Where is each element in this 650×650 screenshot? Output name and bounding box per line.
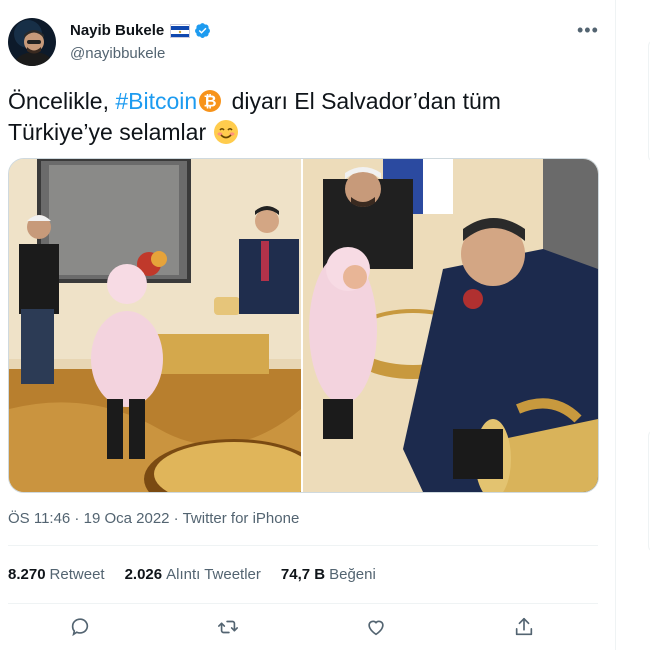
hashtag-link[interactable]: #Bitcoin [115,88,197,114]
tweet-photo-left[interactable] [9,159,301,492]
meta-separator: · [169,510,183,527]
quotes-stat[interactable]: 2.026 Alıntı Tweetler [125,566,261,583]
likes-count: 74,7 B [280,566,326,583]
retweets-count: 8.270 [8,566,46,583]
svg-text:₿: ₿ [204,93,217,111]
right-sidebar [616,0,650,650]
quotes-label: Alıntı Tweetler [166,566,261,583]
author-name[interactable]: Nayib Bukele [70,22,164,39]
likes-stat[interactable]: 74,7 B Beğeni [281,566,376,583]
author-name-row[interactable]: Nayib Bukele [70,22,211,39]
tweet-text-part: diyarı El Salvador’dan tüm [225,88,501,114]
likes-label: Beğeni [329,566,376,583]
more-options-icon[interactable]: ••• [577,20,599,41]
quotes-count: 2.026 [124,566,163,583]
author-handle[interactable]: @nayibbukele [70,45,165,62]
tweet-time[interactable]: ÖS 11:46 [8,510,70,527]
tweet-text-part: Öncelikle, [8,88,116,114]
author-avatar[interactable] [8,18,56,66]
divider [8,603,598,604]
verified-badge-icon [194,22,211,39]
like-heart-icon[interactable] [361,612,391,642]
share-icon[interactable] [509,612,539,642]
tweet-meta: ÖS 11:46 · 19 Oca 2022 · Twitter for iPh… [8,510,299,527]
retweets-label: Retweet [49,566,105,583]
bitcoin-emoji-icon: ₿ [199,89,222,112]
tweet-source[interactable]: Twitter for iPhone [183,510,300,527]
el-salvador-flag-icon [170,23,191,38]
tweet-text-part: Türkiye’ye selamlar [8,119,213,145]
meta-separator: · [70,510,84,527]
tweet-photo-right[interactable] [303,159,598,492]
tweet-media[interactable] [8,158,599,493]
smiling-face-emoji-icon [213,119,239,145]
tweet-actions [0,612,615,642]
retweets-stat[interactable]: 8.270 Retweet [8,566,105,583]
tweet-text: Öncelikle, #Bitcoin ₿ diyarı El Salvador’… [8,86,568,148]
tweet-detail: Nayib Bukele @nayibbukele ••• Öncelikle,… [0,0,616,650]
reply-icon[interactable] [65,612,95,642]
retweet-icon[interactable] [213,612,243,642]
tweet-date[interactable]: 19 Oca 2022 [84,510,170,527]
divider [8,545,598,546]
tweet-stats: 8.270 Retweet 2.026 Alıntı Tweetler 74,7 B… [8,566,376,583]
